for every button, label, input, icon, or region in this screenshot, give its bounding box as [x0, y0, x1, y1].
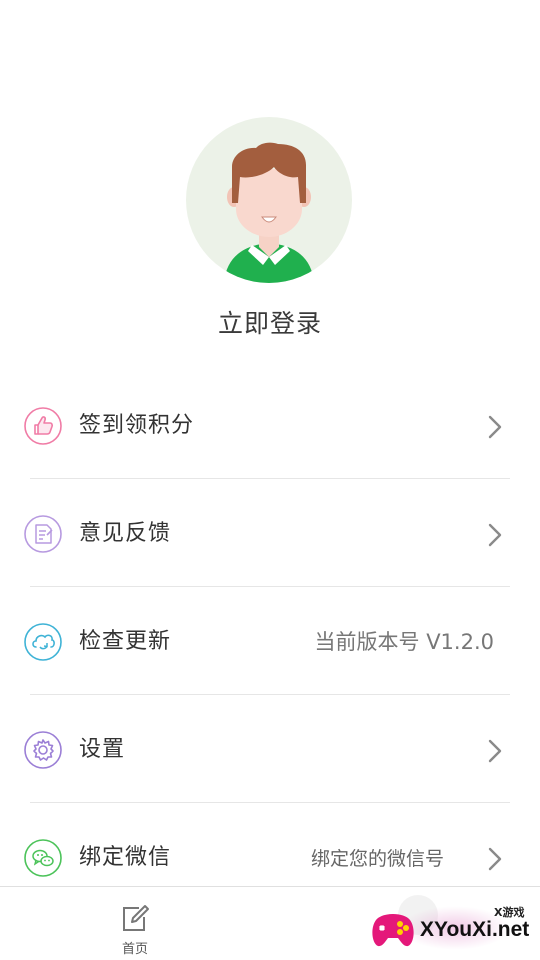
- version-value: 当前版本号 V1.2.0: [314, 630, 494, 654]
- feedback-document-icon: [24, 515, 62, 553]
- menu-item-label: 签到领积分: [79, 413, 195, 438]
- tab-home[interactable]: 首页: [100, 887, 170, 960]
- watermark: X游戏 XYouXi.net: [366, 898, 536, 958]
- menu-item-label: 意见反馈: [79, 521, 172, 546]
- wechat-hint: 绑定您的微信号: [310, 848, 444, 870]
- menu-item-label: 绑定微信: [79, 845, 172, 870]
- menu-item-settings[interactable]: 设置: [0, 695, 540, 803]
- menu-list: 签到领积分 意见反馈 检查更新 当前版本号 V1.2.0 设置 绑定微信 绑定您…: [0, 371, 540, 911]
- watermark-site-text: XYouXi.net: [420, 918, 530, 941]
- profile-screen: 立即登录 签到领积分 意见反馈 检查更新 当前版本号 V1.2.0 设置 绑定微…: [0, 0, 540, 960]
- menu-item-sign-in-points[interactable]: 签到领积分: [0, 371, 540, 479]
- menu-item-check-update[interactable]: 检查更新 当前版本号 V1.2.0: [0, 587, 540, 695]
- wechat-icon: [24, 839, 62, 877]
- chevron-right-icon: [486, 522, 504, 548]
- avatar[interactable]: [186, 117, 352, 283]
- thumbs-up-icon: [24, 407, 62, 445]
- cloud-refresh-icon: [24, 623, 62, 661]
- chevron-right-icon: [486, 738, 504, 764]
- gamepad-logo-icon: [368, 906, 418, 952]
- chevron-right-icon: [486, 414, 504, 440]
- tab-home-label: 首页: [121, 942, 148, 957]
- edit-icon: [119, 903, 151, 933]
- menu-item-label: 设置: [79, 737, 126, 762]
- chevron-right-icon: [486, 846, 504, 872]
- menu-item-label: 检查更新: [79, 629, 172, 654]
- login-link[interactable]: 立即登录: [0, 304, 540, 340]
- gear-icon: [24, 731, 62, 769]
- menu-item-feedback[interactable]: 意见反馈: [0, 479, 540, 587]
